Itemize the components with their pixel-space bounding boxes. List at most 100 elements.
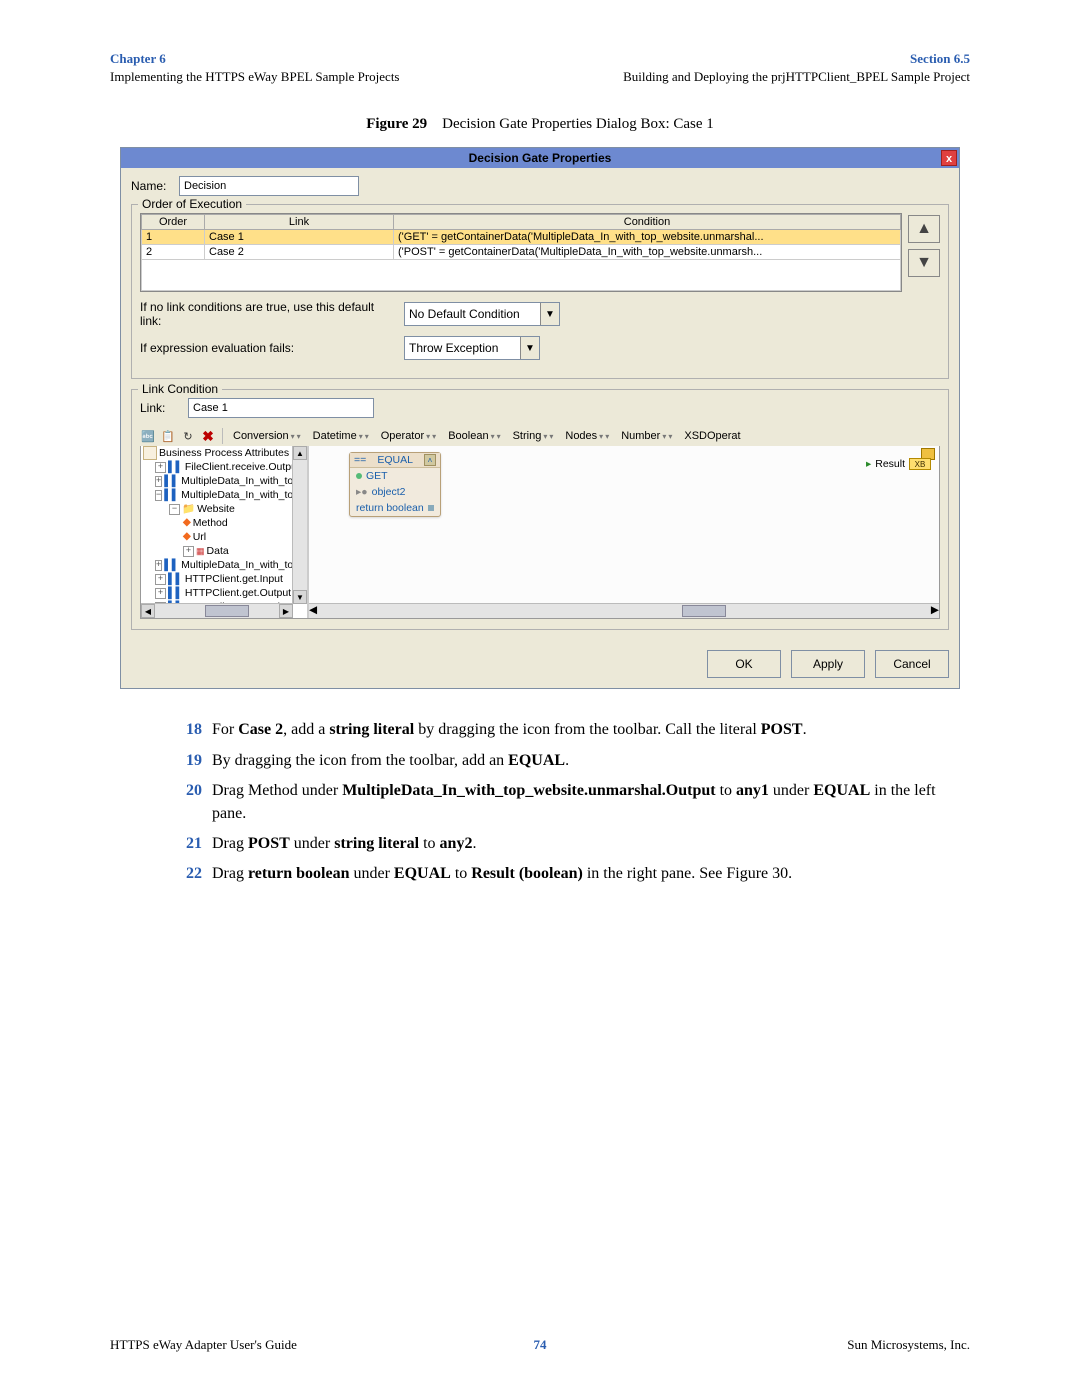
page-footer: HTTPS eWay Adapter User's Guide 74 Sun M…	[110, 1337, 970, 1353]
chapter-label: Chapter 6	[110, 50, 400, 68]
col-link: Link	[205, 215, 394, 230]
fail-label: If expression evaluation fails:	[140, 341, 390, 355]
cancel-button[interactable]: Cancel	[875, 650, 949, 678]
scroll-thumb[interactable]	[205, 605, 249, 617]
expression-toolbar[interactable]: 🔤 📋 ↻ ✖ Conversion ▾▾ Datetime ▾▾ Operat…	[140, 426, 940, 446]
separator	[222, 428, 223, 444]
move-up-button[interactable]: ▲	[908, 215, 940, 243]
link-input[interactable]	[188, 398, 374, 418]
operator-icon: ==	[354, 454, 366, 466]
collapse-icon[interactable]: ˄	[424, 454, 436, 466]
toolbar-datetime[interactable]: Datetime ▾▾	[309, 430, 373, 442]
scroll-left-icon[interactable]: ◀	[309, 604, 317, 618]
string-literal-icon[interactable]: 🔤	[140, 428, 156, 444]
canvas-scroll-h[interactable]: ◀ ▶	[309, 603, 939, 618]
expand-icon[interactable]: +	[155, 574, 166, 585]
tree-scroll-h[interactable]: ◀ ▶	[141, 603, 293, 618]
scroll-right-icon[interactable]: ▶	[931, 604, 939, 618]
clipboard-icon[interactable]: 📋	[160, 428, 176, 444]
name-label: Name:	[131, 179, 171, 193]
table-spacer	[142, 260, 901, 291]
footer-page: 74	[534, 1337, 547, 1353]
fail-combo[interactable]: Throw Exception ▼	[404, 336, 540, 360]
dialog-title: Decision Gate Properties	[469, 151, 612, 165]
root-icon	[143, 446, 157, 460]
chevron-down-icon: ▼	[520, 337, 539, 359]
scroll-left-icon[interactable]: ◀	[141, 604, 155, 618]
header-right-sub: Building and Deploying the prjHTTPClient…	[623, 68, 970, 86]
footer-left: HTTPS eWay Adapter User's Guide	[110, 1337, 297, 1353]
col-condition: Condition	[394, 215, 901, 230]
port-out-icon	[428, 505, 434, 511]
toolbar-operator[interactable]: Operator ▾▾	[377, 430, 440, 442]
toolbar-boolean[interactable]: Boolean ▾▾	[444, 430, 504, 442]
step-text: For Case 2, add a string literal by drag…	[212, 719, 970, 741]
close-icon[interactable]: x	[941, 150, 957, 166]
figure-number: Figure 29	[366, 116, 427, 132]
chevron-down-icon: ▼	[540, 303, 559, 325]
scroll-thumb[interactable]	[682, 605, 726, 617]
order-table[interactable]: Order Link Condition 1 Case 1	[140, 213, 902, 292]
table-row[interactable]: 1 Case 1 ('GET' = getContainerData('Mult…	[142, 230, 901, 245]
default-link-label: If no link conditions are true, use this…	[140, 300, 390, 328]
data-icon: ▦	[196, 544, 205, 558]
scroll-up-icon[interactable]: ▲	[293, 446, 307, 460]
step-text: By dragging the icon from the toolbar, a…	[212, 750, 970, 772]
ok-button[interactable]: OK	[707, 650, 781, 678]
toolbar-string[interactable]: String ▾▾	[509, 430, 558, 442]
step-number: 20	[170, 780, 212, 825]
collapse-icon[interactable]: −	[169, 504, 180, 515]
default-link-combo[interactable]: No Default Condition ▼	[404, 302, 560, 326]
toolbar-conversion[interactable]: Conversion ▾▾	[229, 430, 305, 442]
expand-icon[interactable]: +	[155, 588, 166, 599]
instruction-steps: 18 For Case 2, add a string literal by d…	[170, 719, 970, 885]
xsd-badge: XB	[909, 458, 931, 470]
page-header: Chapter 6 Implementing the HTTPS eWay BP…	[110, 50, 970, 86]
header-left-sub: Implementing the HTTPS eWay BPEL Sample …	[110, 68, 400, 86]
apply-button[interactable]: Apply	[791, 650, 865, 678]
step-text: Drag return boolean under EQUAL to Resul…	[212, 863, 970, 885]
footer-right: Sun Microsystems, Inc.	[847, 1337, 970, 1353]
step-text: Drag Method under MultipleData_In_with_t…	[212, 780, 970, 825]
toolbar-number[interactable]: Number ▾▾	[617, 430, 676, 442]
scroll-right-icon[interactable]: ▶	[279, 604, 293, 618]
expand-icon[interactable]: +	[155, 560, 162, 571]
table-row[interactable]: 2 Case 2 ('POST' = getContainerData('Mul…	[142, 245, 901, 260]
delete-icon[interactable]: ✖	[200, 428, 216, 444]
refresh-icon[interactable]: ↻	[180, 428, 196, 444]
step-text: Drag POST under string literal to any2.	[212, 833, 970, 855]
step-number: 22	[170, 863, 212, 885]
expression-canvas[interactable]: == EQUAL ˄ GET ▸●object2 return boolean …	[309, 446, 939, 618]
expand-icon[interactable]: +	[155, 476, 162, 487]
toolbar-nodes[interactable]: Nodes ▾▾	[561, 430, 613, 442]
toolbar-xsd[interactable]: XSDOperat	[680, 430, 744, 442]
name-input[interactable]	[179, 176, 359, 196]
collapse-icon[interactable]: −	[155, 490, 162, 501]
scroll-down-icon[interactable]: ▼	[293, 590, 307, 604]
step-number: 18	[170, 719, 212, 741]
order-group-title: Order of Execution	[138, 197, 246, 211]
result-node[interactable]: ▸ Result XB	[866, 458, 931, 470]
figure-title: Decision Gate Properties Dialog Box: Cas…	[442, 116, 714, 132]
expand-icon[interactable]: +	[183, 546, 194, 557]
folder-icon: 📁	[182, 502, 195, 516]
order-of-execution-group: Order of Execution Order Link Condition	[131, 204, 949, 379]
port-in-icon	[356, 473, 362, 479]
section-label: Section 6.5	[623, 50, 970, 68]
col-order: Order	[142, 215, 205, 230]
decision-gate-dialog: Decision Gate Properties x Name: Order o…	[120, 147, 960, 689]
attribute-tree[interactable]: Business Process Attributes +▌▌FileClien…	[141, 446, 309, 618]
step-number: 21	[170, 833, 212, 855]
diamond-icon: ◆	[183, 516, 191, 530]
figure-caption: Figure 29 Decision Gate Properties Dialo…	[110, 116, 970, 133]
step-number: 19	[170, 750, 212, 772]
link-condition-group: Link Condition Link: 🔤 📋 ↻ ✖ Conversion …	[131, 389, 949, 630]
diamond-icon: ◆	[183, 530, 191, 544]
tree-scroll-v[interactable]: ▲ ▼	[292, 446, 307, 604]
link-label: Link:	[140, 401, 180, 415]
dialog-title-bar[interactable]: Decision Gate Properties x	[121, 148, 959, 168]
expand-icon[interactable]: +	[155, 462, 166, 473]
equal-operator-box[interactable]: == EQUAL ˄ GET ▸●object2 return boolean	[349, 452, 441, 517]
link-condition-title: Link Condition	[138, 382, 222, 396]
move-down-button[interactable]: ▼	[908, 249, 940, 277]
